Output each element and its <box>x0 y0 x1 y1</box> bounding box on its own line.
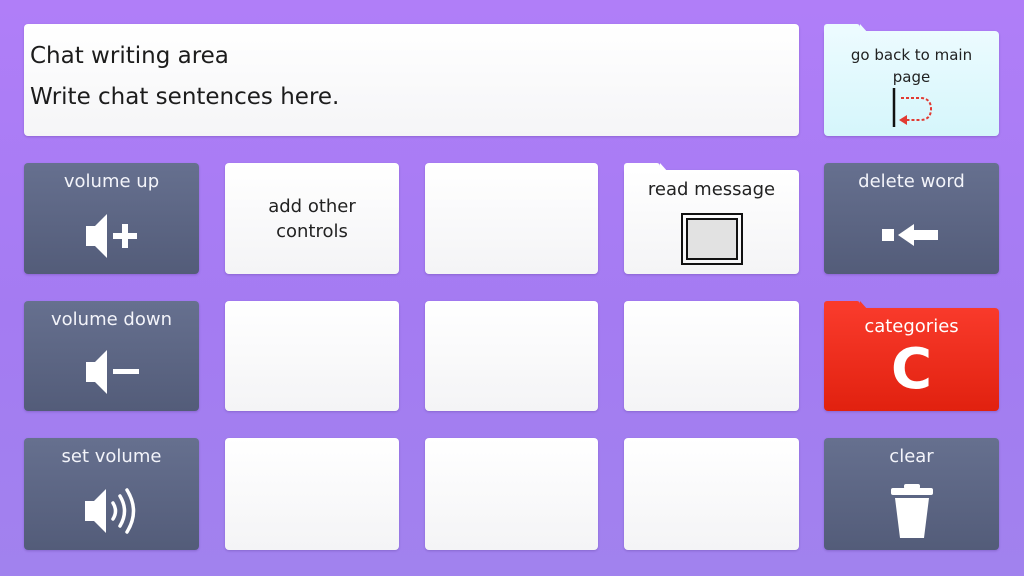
delete-word-label: delete word <box>858 171 965 192</box>
chat-writing-area[interactable]: Chat writing area Write chat sentences h… <box>24 24 799 136</box>
empty-cell-r3c2[interactable] <box>225 438 399 550</box>
add-controls-label: add other controls <box>268 195 356 242</box>
trash-icon <box>890 484 933 538</box>
volume-plus-icon <box>85 214 137 258</box>
chat-title: Chat writing area <box>30 43 229 69</box>
clear-label: clear <box>889 446 934 467</box>
go-back-button[interactable]: go back to main page <box>824 24 999 136</box>
folder-tab <box>824 24 868 33</box>
folder-tab <box>824 301 868 310</box>
clear-button[interactable]: clear <box>824 438 999 550</box>
volume-minus-icon <box>85 350 139 394</box>
return-arrow-icon <box>892 88 932 127</box>
read-message-label: read message <box>647 179 776 200</box>
chat-placeholder: Write chat sentences here. <box>30 84 340 110</box>
message-box-icon <box>680 213 743 265</box>
volume-down-button[interactable]: volume down <box>24 301 199 411</box>
set-volume-button[interactable]: set volume <box>24 438 199 550</box>
empty-cell-r2c4[interactable] <box>624 301 799 411</box>
categories-button[interactable]: categories C <box>824 301 999 411</box>
speaker-waves-icon <box>84 488 135 534</box>
add-other-controls-button[interactable]: add other controls <box>225 163 399 274</box>
empty-cell-r1c3[interactable] <box>425 163 598 274</box>
go-back-label: go back to main page <box>850 46 973 86</box>
delete-word-button[interactable]: delete word <box>824 163 999 274</box>
empty-cell-r3c3[interactable] <box>425 438 598 550</box>
volume-up-button[interactable]: volume up <box>24 163 199 274</box>
categories-letter: C <box>890 337 933 402</box>
volume-down-label: volume down <box>51 309 172 330</box>
folder-tab <box>624 163 668 172</box>
set-volume-label: set volume <box>61 446 162 467</box>
empty-cell-r2c2[interactable] <box>225 301 399 411</box>
empty-cell-r2c3[interactable] <box>425 301 598 411</box>
volume-up-label: volume up <box>63 171 160 192</box>
categories-label: categories <box>864 316 959 337</box>
backspace-arrow-icon <box>881 224 938 246</box>
read-message-button[interactable]: read message <box>624 163 799 274</box>
empty-cell-r3c4[interactable] <box>624 438 799 550</box>
